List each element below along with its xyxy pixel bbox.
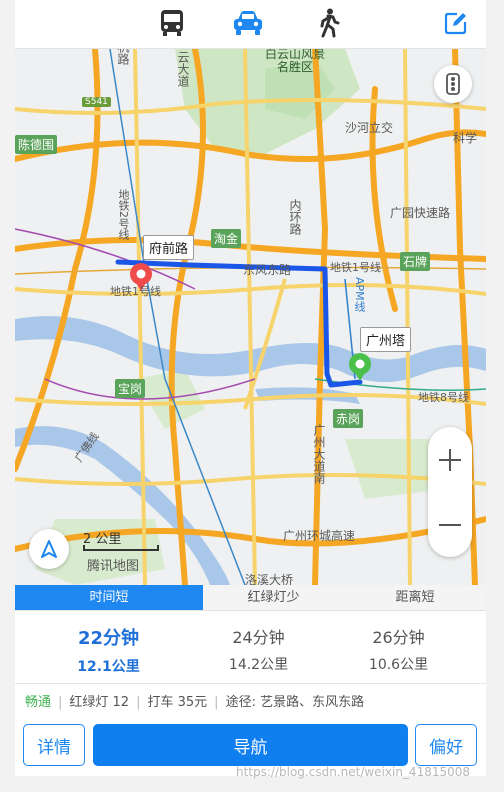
scale-bar	[83, 545, 159, 551]
traffic-light-icon	[446, 73, 460, 95]
preference-button[interactable]: 偏好	[415, 724, 477, 766]
zoom-control	[428, 427, 472, 557]
navigation-arrow-icon	[41, 540, 57, 558]
tab-shortest-distance[interactable]: 距离短	[344, 585, 486, 610]
map-provider-logo: 腾讯地图	[87, 559, 140, 574]
map-label-guangyuan: 广园快速路	[390, 206, 451, 220]
tab-fewer-lights[interactable]: 红绿灯少	[203, 585, 344, 610]
map-label-chende: 陈德围	[15, 135, 58, 154]
plus-icon	[439, 448, 461, 471]
route-option-time: 22分钟	[77, 628, 140, 649]
map-label-kexue: 科学	[453, 131, 478, 145]
map-label-shaheding: 沙河立交	[345, 121, 394, 135]
map-label-dadaonan: 广州大道南	[312, 424, 326, 484]
map-label-shipai: 石牌	[400, 252, 431, 271]
map-label-chigang: 赤岗	[333, 409, 364, 428]
route-option-time: 24分钟	[232, 628, 285, 647]
route-map[interactable]: 白云山风景 名胜区 云大道 机路 S541 陈德围 沙河立交 科学 广园快速路 …	[15, 49, 486, 585]
map-label-fuqian: 府前路	[143, 235, 195, 260]
walk-mode-button[interactable]	[312, 6, 346, 40]
route-option-distance: 14.2公里	[228, 657, 289, 673]
minus-icon	[439, 523, 461, 526]
map-label-taojin: 淘金	[211, 229, 242, 248]
map-label-guangzhouta: 广州塔	[360, 327, 412, 352]
taxi-fare: 打车 35元	[147, 695, 208, 710]
map-label-metro1b: 地铁1号线	[330, 261, 381, 274]
map-label-baogang: 宝岗	[115, 379, 146, 398]
route-option-1[interactable]: 22分钟 12.1公里	[30, 612, 187, 682]
map-label-dongfeng: 东风东路	[243, 263, 292, 277]
route-option-time: 26分钟	[372, 628, 425, 647]
bus-icon	[161, 10, 183, 36]
locate-button[interactable]	[29, 529, 69, 569]
walk-icon	[320, 8, 340, 38]
transport-mode-bar	[15, 0, 486, 49]
watermark: https://blog.csdn.net/weixin_41815008	[236, 765, 471, 779]
route-via: 途径: 艺景路、东风东路	[225, 695, 365, 710]
route-info-bar: 畅通 | 红绿灯 12 | 打车 35元 | 途径: 艺景路、东风东路	[15, 683, 486, 721]
car-mode-button[interactable]	[231, 6, 265, 40]
edit-icon	[444, 12, 467, 35]
map-label-neihuan: 内环路	[288, 199, 302, 235]
map-label-apm: APM线	[353, 277, 366, 312]
map-label-huancheng: 广州环城高速	[283, 529, 356, 543]
zoom-out-button[interactable]	[428, 492, 472, 557]
map-label-metro2: 地铁2号线	[117, 189, 130, 240]
map-label-mingsheng: 名胜区	[277, 60, 314, 74]
traffic-toggle-button[interactable]	[434, 65, 472, 103]
traffic-lights-count: 红绿灯 12	[69, 695, 130, 710]
edit-route-button[interactable]	[439, 6, 473, 40]
zoom-in-button[interactable]	[428, 427, 472, 492]
map-base	[15, 49, 486, 585]
route-planner: 白云山风景 名胜区 云大道 机路 S541 陈德围 沙河立交 科学 广园快速路 …	[15, 0, 486, 776]
route-strategy-tabs: 时间短 红绿灯少 距离短	[15, 585, 486, 611]
traffic-status: 畅通	[25, 695, 52, 710]
map-label-xiaolu: 机路	[116, 49, 130, 65]
tab-shortest-time[interactable]: 时间短	[15, 585, 203, 610]
bus-mode-button[interactable]	[155, 6, 189, 40]
route-option-distance: 10.6公里	[368, 657, 429, 673]
map-label-s541: S541	[82, 97, 111, 107]
map-label-luojun: 洛溪大桥	[245, 573, 294, 585]
map-label-yunjing: 云大道	[176, 51, 190, 87]
route-option-2[interactable]: 24分钟 14.2公里	[180, 612, 337, 682]
detail-button[interactable]: 详情	[23, 724, 85, 766]
map-label-metro1a: 地铁1号线	[110, 285, 161, 298]
car-icon	[234, 11, 262, 35]
navigate-button[interactable]: 导航	[93, 724, 408, 766]
map-label-metro8: 地铁8号线	[418, 391, 469, 404]
route-option-3[interactable]: 26分钟 10.6公里	[320, 612, 477, 682]
route-option-distance: 12.1公里	[77, 659, 140, 675]
